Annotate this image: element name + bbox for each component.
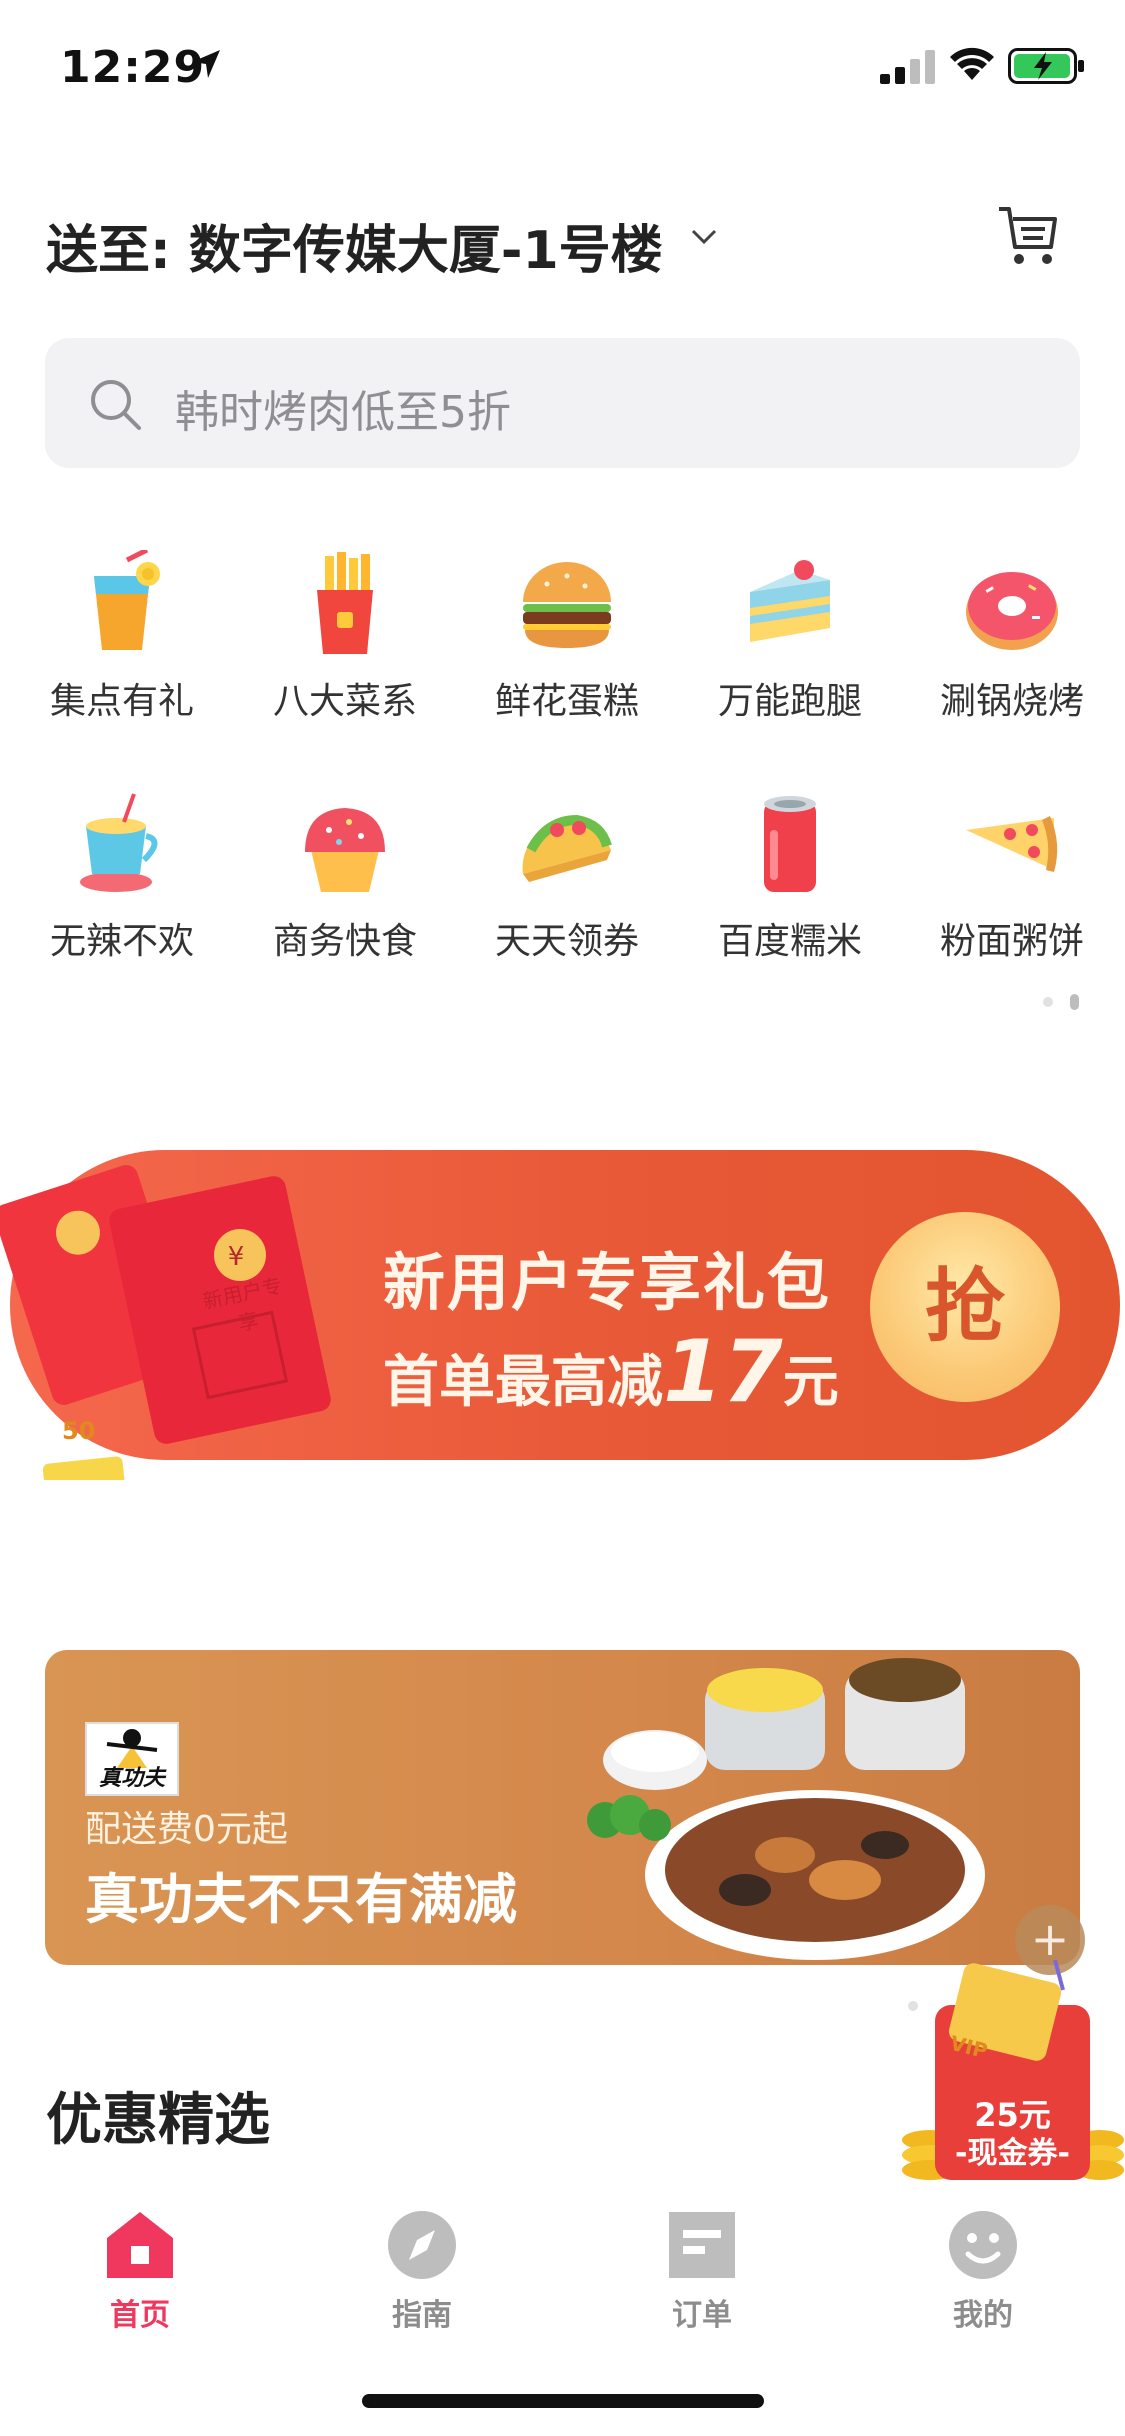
cart-icon[interactable] (995, 203, 1061, 269)
search-bar[interactable]: 韩时烤肉低至5折 (45, 338, 1080, 468)
store-banner[interactable]: 真功夫 配送费0元起 真功夫不只有满减 (45, 1650, 1080, 1965)
promo-subtitle: 首单最高减17元 (383, 1322, 839, 1422)
svg-text:¥: ¥ (228, 1242, 245, 1272)
pizza-slice-icon (966, 816, 1058, 872)
vip-label: -现金券- (955, 2136, 1070, 2171)
burger-icon (523, 562, 611, 648)
cake-slice-icon (750, 560, 830, 642)
promo-prefix: 首单最高减 (383, 1350, 663, 1415)
profile-icon (949, 2211, 1017, 2279)
coin-text: 50 (62, 1417, 96, 1445)
category-label: 商务快食 (272, 921, 417, 962)
status-bar: 12:29 (0, 0, 1125, 140)
delivery-fee-text: 配送费0元起 (85, 1809, 288, 1850)
promo-title: 新用户专享礼包 (383, 1246, 832, 1319)
search-placeholder: 韩时烤肉低至5折 (175, 387, 511, 438)
category-label: 鲜花蛋糕 (494, 681, 639, 722)
category-label: 八大菜系 (272, 681, 417, 722)
category-label: 涮锅烧烤 (939, 681, 1084, 722)
soda-can-icon (764, 796, 816, 892)
category-item[interactable]: 无辣不欢 (27, 790, 217, 990)
cupcake-icon (305, 808, 385, 892)
red-envelope-icon: ¥ (0, 1165, 331, 1480)
store-banner-title: 真功夫不只有满减 (85, 1868, 517, 1931)
food-dishes-icon (587, 1658, 985, 1960)
tab-profile[interactable]: 我的 (893, 2210, 1073, 2340)
category-item[interactable]: 鲜花蛋糕 (472, 550, 662, 750)
category-item[interactable]: 粉面粥饼 (917, 790, 1107, 990)
taco-icon (522, 814, 612, 882)
category-label: 万能跑腿 (717, 681, 862, 722)
home-icon (107, 2212, 173, 2278)
promo-suffix: 元 (782, 1350, 839, 1415)
coffee-cup-icon (80, 793, 158, 892)
juice-cup-icon (94, 550, 160, 650)
category-item[interactable]: 集点有礼 (27, 550, 217, 750)
search-icon (91, 380, 141, 430)
category-label: 集点有礼 (49, 681, 194, 722)
donut-icon (966, 572, 1058, 650)
order-icon (669, 2212, 735, 2278)
category-item[interactable]: 八大菜系 (250, 550, 440, 750)
new-user-promo-banner[interactable]: ¥ 新用户专享 50 新用户专享礼包 首单最高减17元 抢 (0, 1150, 1125, 1480)
status-time: 12:29 (60, 42, 206, 93)
category-item[interactable]: 万能跑腿 (695, 550, 885, 750)
chevron-down-icon[interactable] (690, 228, 718, 246)
vip-coupon-float[interactable]: VIP 25元 -现金券- (900, 1950, 1125, 2180)
home-indicator (362, 2394, 764, 2408)
category-item[interactable]: 商务快食 (250, 790, 440, 990)
section-title: 优惠精选 (46, 2088, 270, 2153)
tab-home[interactable]: 首页 (50, 2210, 230, 2340)
tab-guide[interactable]: 指南 (332, 2210, 512, 2340)
wifi-icon (950, 47, 994, 80)
grab-button[interactable]: 抢 (870, 1212, 1060, 1402)
tab-label: 订单 (672, 2298, 732, 2333)
promo-amount: 17 (663, 1322, 783, 1422)
category-label: 天天领券 (494, 921, 639, 962)
delivery-address[interactable]: 送至: 数字传媒大厦-1号楼 (46, 208, 663, 283)
signal-icon (880, 50, 935, 84)
tab-orders[interactable]: 订单 (612, 2210, 792, 2340)
location-arrow-icon (192, 50, 220, 78)
page-indicator (1043, 994, 1079, 1010)
category-item[interactable]: 天天领券 (472, 790, 662, 990)
category-label: 无辣不欢 (49, 921, 194, 962)
tab-label: 首页 (110, 2298, 170, 2333)
compass-icon (388, 2211, 456, 2279)
category-item[interactable]: 涮锅烧烤 (917, 550, 1107, 750)
french-fries-icon (317, 552, 373, 654)
battery-icon (1008, 48, 1084, 84)
category-label: 百度糯米 (717, 921, 862, 962)
category-item[interactable]: 百度糯米 (695, 790, 885, 990)
category-label: 粉面粥饼 (939, 921, 1084, 962)
tab-label: 我的 (953, 2298, 1013, 2333)
tab-label: 指南 (392, 2298, 452, 2333)
store-logo: 真功夫 (85, 1722, 179, 1796)
store-logo-text: 真功夫 (98, 1766, 165, 1791)
